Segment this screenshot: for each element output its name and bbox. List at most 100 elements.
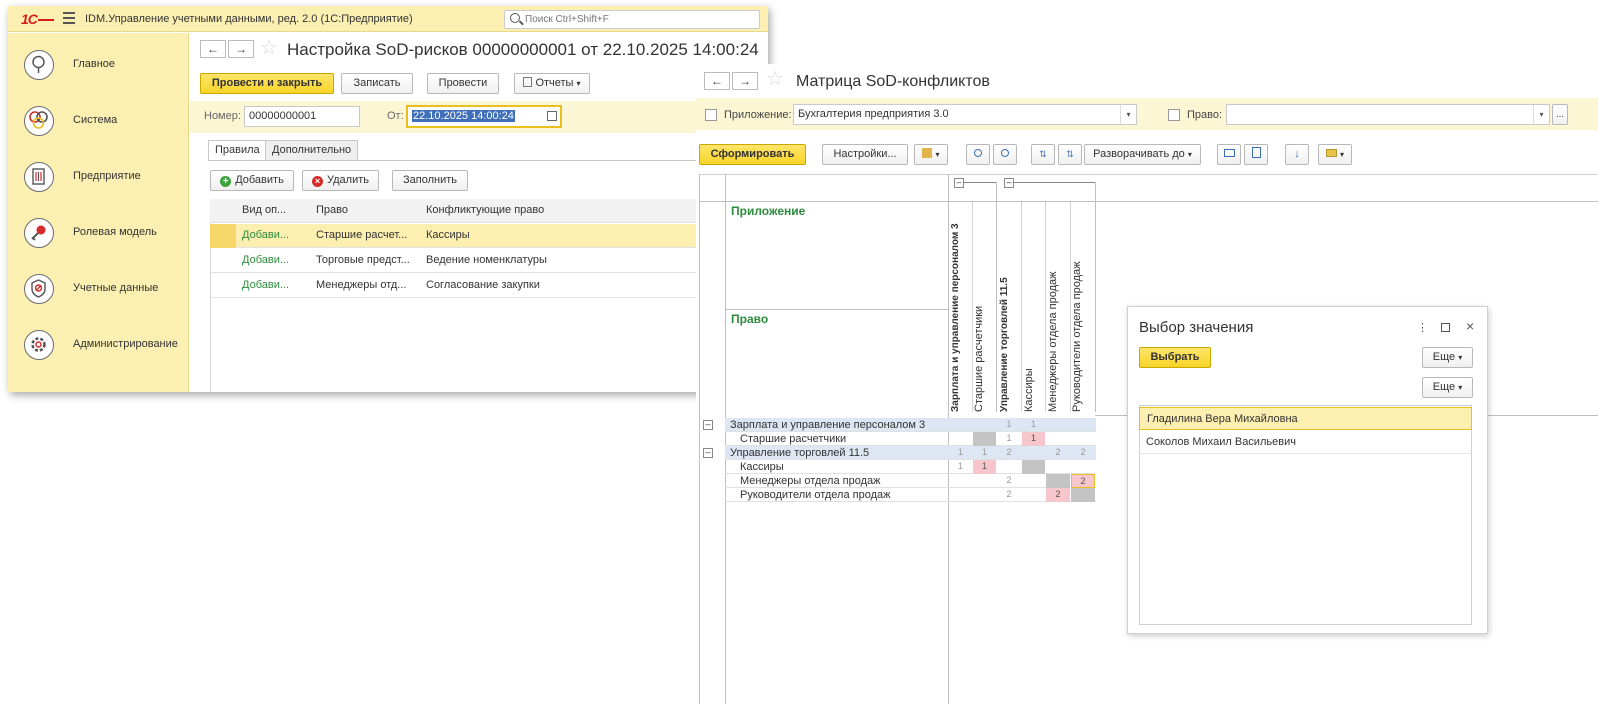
print-button[interactable] bbox=[1217, 144, 1241, 165]
matrix-cell[interactable]: 1 bbox=[973, 460, 996, 474]
matrix-cell[interactable] bbox=[1071, 488, 1095, 502]
matrix-cell[interactable] bbox=[1046, 432, 1070, 446]
collapse-group-icon[interactable]: – bbox=[1004, 178, 1014, 188]
matrix-cell[interactable] bbox=[1046, 418, 1070, 432]
global-search[interactable] bbox=[504, 10, 760, 29]
table-row[interactable]: Добави... Менеджеры отд... Согласование … bbox=[210, 274, 766, 298]
matrix-cell[interactable] bbox=[949, 418, 972, 432]
right-filter-select[interactable]: ▾ bbox=[1226, 104, 1550, 125]
matrix-cell[interactable]: 2 bbox=[1071, 446, 1095, 460]
matrix-cell[interactable]: 2 bbox=[1071, 474, 1095, 488]
matrix-cell[interactable]: 2 bbox=[997, 446, 1021, 460]
chevron-down-icon[interactable]: ▾ bbox=[1120, 105, 1136, 124]
chevron-down-icon[interactable]: ▾ bbox=[1533, 105, 1549, 124]
number-field[interactable]: 00000000001 bbox=[244, 106, 360, 127]
save-button[interactable]: Записать bbox=[341, 73, 413, 94]
table-row[interactable]: Добави... Старшие расчет... Кассиры bbox=[210, 224, 766, 248]
favorite-star-icon[interactable]: ☆ bbox=[766, 66, 784, 91]
matrix-cell[interactable]: 2 bbox=[1046, 488, 1070, 502]
sidebar-item-credentials[interactable]: Учетные данные bbox=[8, 264, 189, 316]
matrix-cell[interactable]: 2 bbox=[1046, 446, 1070, 460]
sort-desc-button[interactable]: ⇅ bbox=[1058, 144, 1082, 165]
sidebar-item-administration[interactable]: Администрирование bbox=[8, 320, 189, 372]
more-button[interactable]: Еще ▾ bbox=[1422, 347, 1473, 368]
matrix-cell[interactable] bbox=[973, 488, 996, 502]
sort-asc-button[interactable]: ⇅ bbox=[1031, 144, 1055, 165]
variants-button[interactable]: ▾ bbox=[914, 144, 948, 165]
right-filter-checkbox[interactable] bbox=[1168, 109, 1180, 121]
column-header-conflict[interactable]: Конфликтующие право bbox=[426, 199, 606, 223]
matrix-cell[interactable] bbox=[973, 474, 996, 488]
matrix-cell[interactable] bbox=[1022, 446, 1045, 460]
fill-button[interactable]: Заполнить bbox=[392, 170, 468, 191]
matrix-cell[interactable] bbox=[1022, 488, 1045, 502]
sidebar-item-role-model[interactable]: Ролевая модель bbox=[8, 208, 189, 260]
table-row[interactable]: Добави... Торговые предст... Ведение ном… bbox=[210, 249, 766, 273]
find-button[interactable] bbox=[966, 144, 990, 165]
list-item[interactable]: Соколов Михаил Васильевич bbox=[1139, 431, 1472, 454]
favorite-star-icon[interactable]: ☆ bbox=[260, 35, 278, 60]
add-row-button[interactable]: + Добавить bbox=[210, 170, 294, 191]
matrix-cell[interactable]: 2 bbox=[997, 474, 1021, 488]
matrix-cell[interactable]: 1 bbox=[973, 446, 996, 460]
delete-row-button[interactable]: × Удалить bbox=[302, 170, 379, 191]
back-button[interactable]: ← bbox=[200, 40, 226, 58]
matrix-cell[interactable]: 2 bbox=[997, 488, 1021, 502]
expand-to-button[interactable]: Разворачивать до ▾ bbox=[1084, 144, 1201, 165]
column-header-right[interactable]: Право bbox=[316, 199, 416, 223]
matrix-cell[interactable] bbox=[1046, 460, 1070, 474]
matrix-cell[interactable]: 1 bbox=[997, 432, 1021, 446]
post-button[interactable]: Провести bbox=[427, 73, 499, 94]
post-and-close-button[interactable]: Провести и закрыть bbox=[200, 73, 334, 94]
column-header-op[interactable]: Вид оп... bbox=[242, 199, 302, 223]
date-field[interactable]: 22.10.2025 14:00:24 bbox=[406, 105, 562, 128]
calendar-icon[interactable] bbox=[547, 111, 557, 121]
matrix-cell[interactable]: 1 bbox=[949, 460, 972, 474]
menu-icon[interactable] bbox=[63, 12, 75, 24]
matrix-cell[interactable] bbox=[1071, 432, 1095, 446]
matrix-cell[interactable] bbox=[949, 432, 972, 446]
settings-button[interactable]: Настройки... bbox=[822, 144, 908, 165]
matrix-cell[interactable]: 1 bbox=[949, 446, 972, 460]
tab-additional[interactable]: Дополнительно bbox=[265, 140, 359, 161]
matrix-cell[interactable] bbox=[1071, 460, 1095, 474]
kebab-menu-icon[interactable]: ⋮ bbox=[1417, 321, 1428, 334]
preview-button[interactable] bbox=[1244, 144, 1268, 165]
collapse-group-icon[interactable]: – bbox=[703, 448, 713, 458]
reports-button[interactable]: Отчеты ▾ bbox=[514, 73, 590, 94]
app-filter-select[interactable]: Бухгалтерия предприятия 3.0 ▾ bbox=[793, 104, 1137, 125]
collapse-group-icon[interactable]: – bbox=[703, 420, 713, 430]
matrix-cell[interactable] bbox=[1071, 418, 1095, 432]
sidebar-item-main[interactable]: Главное bbox=[8, 40, 189, 92]
close-icon[interactable]: × bbox=[1466, 318, 1474, 334]
matrix-cell[interactable] bbox=[949, 474, 972, 488]
more-button-list[interactable]: Еще ▾ bbox=[1422, 377, 1473, 398]
matrix-cell[interactable]: 1 bbox=[1022, 432, 1045, 446]
matrix-cell[interactable] bbox=[949, 488, 972, 502]
tab-rules[interactable]: Правила bbox=[208, 140, 267, 161]
collapse-group-icon[interactable]: – bbox=[954, 178, 964, 188]
find-next-button[interactable] bbox=[993, 144, 1017, 165]
back-button[interactable]: ← bbox=[704, 72, 730, 90]
forward-button[interactable]: → bbox=[732, 72, 758, 90]
save-file-button[interactable]: ↓ bbox=[1285, 144, 1309, 165]
sidebar-item-system[interactable]: Система bbox=[8, 96, 189, 148]
send-email-button[interactable]: ▾ bbox=[1318, 144, 1352, 165]
sidebar-item-enterprise[interactable]: Предприятие bbox=[8, 152, 189, 204]
matrix-cell[interactable]: 1 bbox=[997, 418, 1021, 432]
matrix-cell[interactable] bbox=[973, 418, 996, 432]
maximize-icon[interactable] bbox=[1441, 323, 1450, 332]
forward-button[interactable]: → bbox=[228, 40, 254, 58]
matrix-cell[interactable] bbox=[1022, 460, 1045, 474]
matrix-cell[interactable] bbox=[973, 432, 996, 446]
more-options-button[interactable]: ... bbox=[1552, 104, 1568, 125]
search-input[interactable] bbox=[525, 12, 745, 27]
select-button[interactable]: Выбрать bbox=[1139, 347, 1211, 368]
matrix-cell[interactable]: 1 bbox=[1022, 418, 1045, 432]
list-item[interactable]: Гладилина Вера Михайловна bbox=[1139, 407, 1472, 430]
matrix-cell[interactable] bbox=[997, 460, 1021, 474]
matrix-cell[interactable] bbox=[1022, 474, 1045, 488]
app-filter-checkbox[interactable] bbox=[705, 109, 717, 121]
matrix-cell[interactable] bbox=[1046, 474, 1070, 488]
generate-button[interactable]: Сформировать bbox=[699, 144, 806, 165]
